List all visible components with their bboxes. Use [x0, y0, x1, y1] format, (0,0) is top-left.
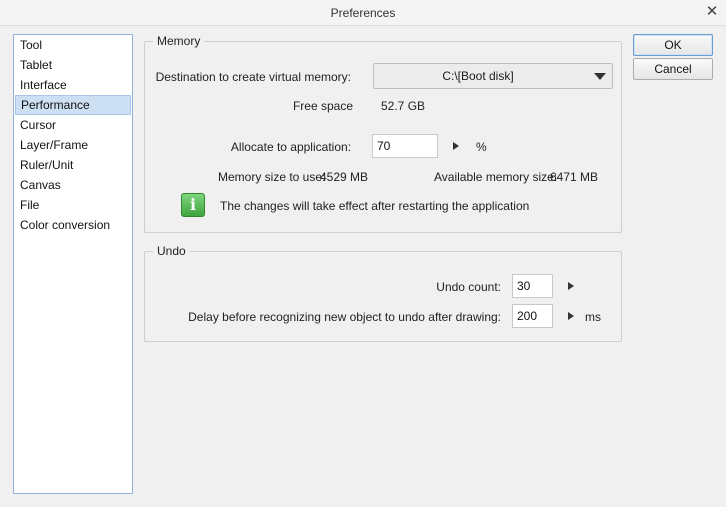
close-icon[interactable]: ✕ — [702, 2, 722, 22]
nav-item-cursor[interactable]: Cursor — [15, 115, 131, 135]
undo-delay-unit: ms — [585, 310, 601, 324]
nav-item-layer-frame[interactable]: Layer/Frame — [15, 135, 131, 155]
memory-legend: Memory — [153, 34, 205, 48]
undo-count-input[interactable] — [512, 274, 553, 298]
size-to-use-value: 4529 MB — [320, 170, 369, 184]
allocate-stepper-icon[interactable] — [453, 142, 459, 150]
undo-count-stepper-icon[interactable] — [568, 282, 574, 290]
info-icon: i — [181, 193, 205, 217]
nav-item-performance[interactable]: Performance — [15, 95, 131, 115]
destination-value: C:\[Boot disk] — [442, 69, 514, 83]
nav-item-tool[interactable]: Tool — [15, 35, 131, 55]
cancel-button[interactable]: Cancel — [633, 58, 713, 80]
undo-delay-stepper-icon[interactable] — [568, 312, 574, 320]
restart-notice: The changes will take effect after resta… — [220, 199, 530, 213]
free-space-label: Free space — [292, 99, 353, 113]
undo-delay-input[interactable] — [512, 304, 553, 328]
available-value: 6471 MB — [550, 170, 599, 184]
free-space-value: 52.7 GB — [381, 99, 426, 113]
allocate-label: Allocate to application: — [230, 140, 351, 154]
nav-item-ruler-unit[interactable]: Ruler/Unit — [15, 155, 131, 175]
undo-delay-label: Delay before recognizing new object to u… — [188, 310, 501, 324]
nav-item-canvas[interactable]: Canvas — [15, 175, 131, 195]
nav-item-tablet[interactable]: Tablet — [15, 55, 131, 75]
nav-item-interface[interactable]: Interface — [15, 75, 131, 95]
title-bar: Preferences ✕ — [0, 0, 726, 26]
destination-label: Destination to create virtual memory: — [155, 70, 351, 84]
nav-item-color-conversion[interactable]: Color conversion — [15, 215, 131, 235]
nav-item-file[interactable]: File — [15, 195, 131, 215]
allocate-unit: % — [476, 140, 487, 154]
allocate-input[interactable] — [372, 134, 438, 158]
ok-button[interactable]: OK — [633, 34, 713, 56]
category-list: Tool Tablet Interface Performance Cursor… — [13, 34, 133, 494]
destination-dropdown[interactable]: C:\[Boot disk] — [373, 63, 613, 89]
chevron-down-icon — [594, 73, 606, 80]
undo-count-label: Undo count: — [436, 280, 501, 294]
size-to-use-label: Memory size to use: — [218, 170, 326, 184]
available-label: Available memory size: — [434, 170, 558, 184]
undo-legend: Undo — [153, 244, 190, 258]
window-title: Preferences — [330, 6, 396, 20]
